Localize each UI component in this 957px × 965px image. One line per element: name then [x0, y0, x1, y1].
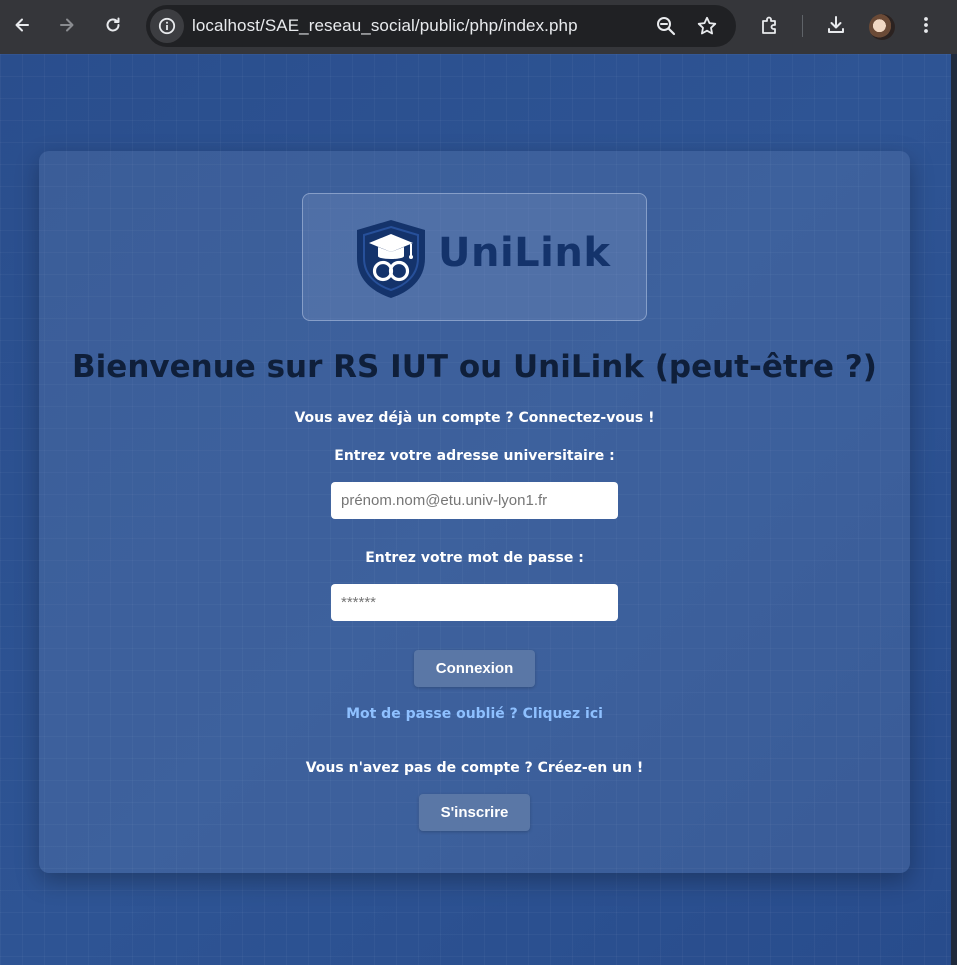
- no-account-text: Vous n'avez pas de compte ? Créez-en un …: [305, 760, 644, 776]
- password-label: Entrez votre mot de passe :: [365, 550, 584, 566]
- download-icon: [828, 16, 844, 33]
- site-info-button[interactable]: [150, 9, 184, 43]
- extensions-button[interactable]: [754, 9, 786, 41]
- zoom-out-icon: [657, 17, 676, 36]
- have-account-text: Vous avez déjà un compte ? Connectez-vou…: [294, 410, 655, 426]
- reload-icon: [106, 17, 120, 32]
- logo-container: UniLink: [302, 193, 647, 321]
- back-button[interactable]: [6, 9, 38, 41]
- signup-button[interactable]: S'inscrire: [419, 794, 530, 831]
- address-bar[interactable]: localhost/SAE_reseau_social/public/php/i…: [146, 5, 736, 47]
- arrow-left-icon: [15, 18, 29, 32]
- zoom-button[interactable]: [653, 13, 679, 39]
- url-text: localhost/SAE_reseau_social/public/php/i…: [192, 16, 578, 35]
- forgot-password-link[interactable]: Mot de passe oublié ? Cliquez ici: [39, 706, 910, 722]
- email-input[interactable]: [331, 482, 618, 519]
- logo-text: UniLink: [438, 230, 611, 276]
- downloads-button[interactable]: [820, 9, 852, 41]
- more-vertical-icon: [924, 17, 928, 33]
- bookmark-button[interactable]: [694, 13, 720, 39]
- profile-avatar[interactable]: [869, 14, 895, 40]
- browser-menu-button[interactable]: [910, 9, 942, 41]
- reload-button[interactable]: [97, 9, 129, 41]
- password-input[interactable]: [331, 584, 618, 621]
- star-icon: [697, 16, 717, 35]
- info-icon: [158, 17, 176, 35]
- toolbar-divider: [802, 15, 803, 37]
- forward-button[interactable]: [51, 9, 83, 41]
- email-label: Entrez votre adresse universitaire :: [334, 448, 615, 464]
- window-edge: [951, 54, 957, 965]
- login-button[interactable]: Connexion: [414, 650, 535, 687]
- login-card: UniLink Bienvenue sur RS IUT ou UniLink …: [39, 151, 910, 873]
- puzzle-icon: [762, 16, 776, 34]
- page-content: UniLink Bienvenue sur RS IUT ou UniLink …: [0, 54, 957, 965]
- browser-toolbar: localhost/SAE_reseau_social/public/php/i…: [0, 0, 957, 54]
- page-title: Bienvenue sur RS IUT ou UniLink (peut-êt…: [72, 349, 877, 385]
- arrow-right-icon: [60, 18, 74, 32]
- shield-graduation-cap-icon: [357, 220, 425, 298]
